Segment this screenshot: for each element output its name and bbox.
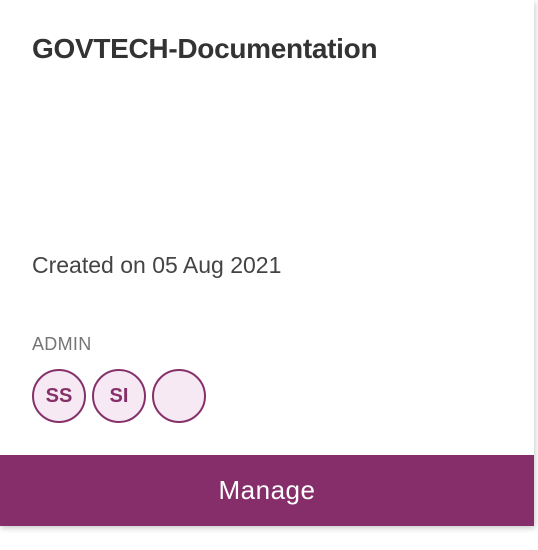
admin-label: ADMIN (32, 334, 92, 354)
project-card: GOVTECH-Documentation Created on 05 Aug … (0, 0, 534, 526)
admin-avatar-ss[interactable]: SS (32, 369, 86, 423)
admin-avatar-list: SS SI (32, 369, 206, 423)
project-title: GOVTECH-Documentation (32, 33, 378, 64)
admin-avatar-si[interactable]: SI (92, 369, 146, 423)
created-date: Created on 05 Aug 2021 (32, 252, 282, 278)
manage-button[interactable]: Manage (0, 455, 534, 526)
admin-avatar-empty[interactable] (152, 369, 206, 423)
